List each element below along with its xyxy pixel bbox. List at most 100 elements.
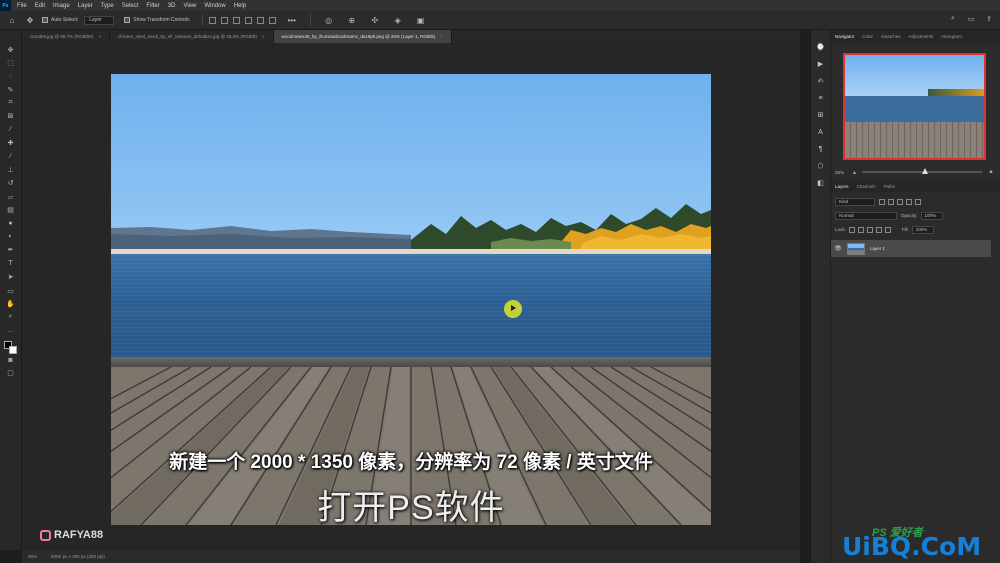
quick-select-icon[interactable]: ✎ <box>5 84 17 95</box>
filter-type-icon[interactable] <box>897 198 903 205</box>
filter-pixel-icon[interactable] <box>879 198 885 205</box>
layer-name[interactable]: Layer 1 <box>870 246 885 251</box>
tab-navigator[interactable]: Navigator <box>835 34 854 39</box>
path-select-icon[interactable]: ➤ <box>5 272 17 283</box>
character-icon[interactable]: A <box>816 127 826 137</box>
tab-swatches[interactable]: Swatches <box>881 34 901 39</box>
brushes-icon[interactable]: ✍ <box>816 76 826 86</box>
layers-stack-icon[interactable]: ◧ <box>816 178 826 188</box>
history-icon[interactable]: ⌚ <box>816 42 826 52</box>
eye-icon[interactable]: 👁 <box>833 245 843 252</box>
cube-icon[interactable]: ⬡ <box>816 161 826 171</box>
3d-pan-icon[interactable]: ✣ <box>369 14 381 26</box>
filter-smart-icon[interactable] <box>915 198 921 205</box>
lock-all-icon[interactable] <box>884 226 891 233</box>
align-center-icon[interactable] <box>220 16 228 24</box>
tab-adjustments[interactable]: Adjustments <box>909 34 934 39</box>
zoom-in-icon[interactable]: ▲ <box>988 169 994 175</box>
tab-layers[interactable]: Layers <box>835 184 849 189</box>
eraser-icon[interactable]: ▱ <box>5 191 17 202</box>
history-brush-icon[interactable]: ↺ <box>5 178 17 189</box>
navigator-zoom-value[interactable]: 25% <box>835 170 853 175</box>
transform-controls-checkbox[interactable] <box>124 17 131 23</box>
lasso-icon[interactable]: ◌ <box>5 71 17 82</box>
menu-type[interactable]: Type <box>101 3 114 9</box>
timeline-icon[interactable]: ⊞ <box>816 110 826 120</box>
blur-icon[interactable]: ● <box>5 218 17 229</box>
menu-image[interactable]: Image <box>53 3 70 9</box>
align-middle-icon[interactable] <box>256 16 264 24</box>
dodge-icon[interactable]: ◐ <box>5 231 17 242</box>
paragraph-icon[interactable]: ¶ <box>816 144 826 154</box>
zoom-slider-thumb[interactable] <box>922 168 929 174</box>
healing-icon[interactable]: ✚ <box>5 138 17 149</box>
align-left-icon[interactable] <box>208 16 216 24</box>
blend-mode-dropdown[interactable]: Normal <box>835 211 897 220</box>
fill-field[interactable]: 100% <box>911 225 934 234</box>
zoom-slider[interactable] <box>862 168 983 174</box>
more-options-icon[interactable]: ••• <box>286 14 298 26</box>
zoom-icon[interactable]: ⌕ <box>5 312 17 323</box>
menu-layer[interactable]: Layer <box>78 3 93 9</box>
tab-histogram[interactable]: Histogram <box>941 34 962 39</box>
tab-channels[interactable]: Channels <box>857 184 876 189</box>
move-icon[interactable]: ✥ <box>5 44 17 55</box>
eyedropper-icon[interactable]: ⁄ <box>5 124 17 135</box>
type-icon[interactable]: T <box>5 258 17 269</box>
tab-paths[interactable]: Paths <box>884 184 896 189</box>
brush-icon[interactable]: ∕ <box>5 151 17 162</box>
3d-scale-icon[interactable]: ▣ <box>415 14 427 26</box>
menu-window[interactable]: Window <box>204 3 225 9</box>
3d-slide-icon[interactable]: ◈ <box>392 14 404 26</box>
lock-paint-icon[interactable] <box>857 226 864 233</box>
menu-select[interactable]: Select <box>122 3 139 9</box>
stamp-icon[interactable]: ⊥ <box>5 165 17 176</box>
more-tools-icon[interactable]: … <box>5 325 17 336</box>
marquee-icon[interactable]: ⬚ <box>5 57 17 68</box>
screen-mode-icon[interactable]: ▢ <box>5 368 17 379</box>
close-icon[interactable]: × <box>98 34 101 39</box>
3d-orbit-icon[interactable]: ◎ <box>323 14 335 26</box>
lock-move-icon[interactable] <box>866 226 873 233</box>
menu-edit[interactable]: Edit <box>35 3 45 9</box>
background-color[interactable] <box>8 345 17 354</box>
workspace-icon[interactable]: ▭ <box>966 14 976 24</box>
shape-icon[interactable]: ▭ <box>5 285 17 296</box>
adjust-sliders-icon[interactable]: ≡ <box>816 93 826 103</box>
navigator-preview[interactable] <box>843 53 986 160</box>
opacity-field[interactable]: 100% <box>920 211 943 220</box>
lock-pixels-icon[interactable] <box>848 226 855 233</box>
layer-kind-dropdown[interactable]: Kind <box>835 197 875 206</box>
canvas-area[interactable]: 新建一个 2000 * 1350 像素，分辨率为 72 像素 / 英寸文件 打开… <box>22 43 800 550</box>
doc-tab-1[interactable]: Goode8.jpg @ 66.7% (RGB/8#) × <box>22 30 110 43</box>
doc-tab-2[interactable]: chrome_steel_stock_by_sfr_textures_d2hal… <box>110 30 274 43</box>
3d-roll-icon[interactable]: ⊕ <box>346 14 358 26</box>
align-bottom-icon[interactable] <box>268 16 276 24</box>
crop-icon[interactable]: ⌗ <box>5 98 17 109</box>
actions-icon[interactable]: ▶ <box>816 59 826 69</box>
gradient-icon[interactable]: ▤ <box>5 205 17 216</box>
filter-shape-icon[interactable] <box>906 198 912 205</box>
auto-select-dropdown[interactable]: Layer <box>84 15 115 25</box>
menu-filter[interactable]: Filter <box>146 3 159 9</box>
menu-file[interactable]: File <box>17 3 27 9</box>
quick-mask-icon[interactable]: ◙ <box>5 355 17 366</box>
layer-row[interactable]: 👁 Layer 1 <box>831 240 991 257</box>
menu-help[interactable]: Help <box>234 3 246 9</box>
align-right-icon[interactable] <box>232 16 240 24</box>
menu-view[interactable]: View <box>183 3 196 9</box>
close-icon[interactable]: × <box>440 34 443 39</box>
color-swatches[interactable] <box>3 340 18 355</box>
auto-select-checkbox[interactable] <box>42 17 48 23</box>
lock-artboard-icon[interactable] <box>875 226 882 233</box>
close-icon[interactable]: × <box>262 34 265 39</box>
align-top-icon[interactable] <box>244 16 252 24</box>
tab-color[interactable]: Color <box>862 34 873 39</box>
home-icon[interactable]: ⌂ <box>6 14 18 26</box>
pen-icon[interactable]: ✒ <box>5 245 17 256</box>
status-zoom[interactable]: 25% <box>28 554 37 559</box>
menu-3d[interactable]: 3D <box>168 3 176 9</box>
doc-tab-3[interactable]: woodmetex48_by_illuminatitoxdreamz_da19p… <box>273 30 452 43</box>
share-icon[interactable]: ⇪ <box>984 14 994 24</box>
hand-icon[interactable]: ✋ <box>5 298 17 309</box>
